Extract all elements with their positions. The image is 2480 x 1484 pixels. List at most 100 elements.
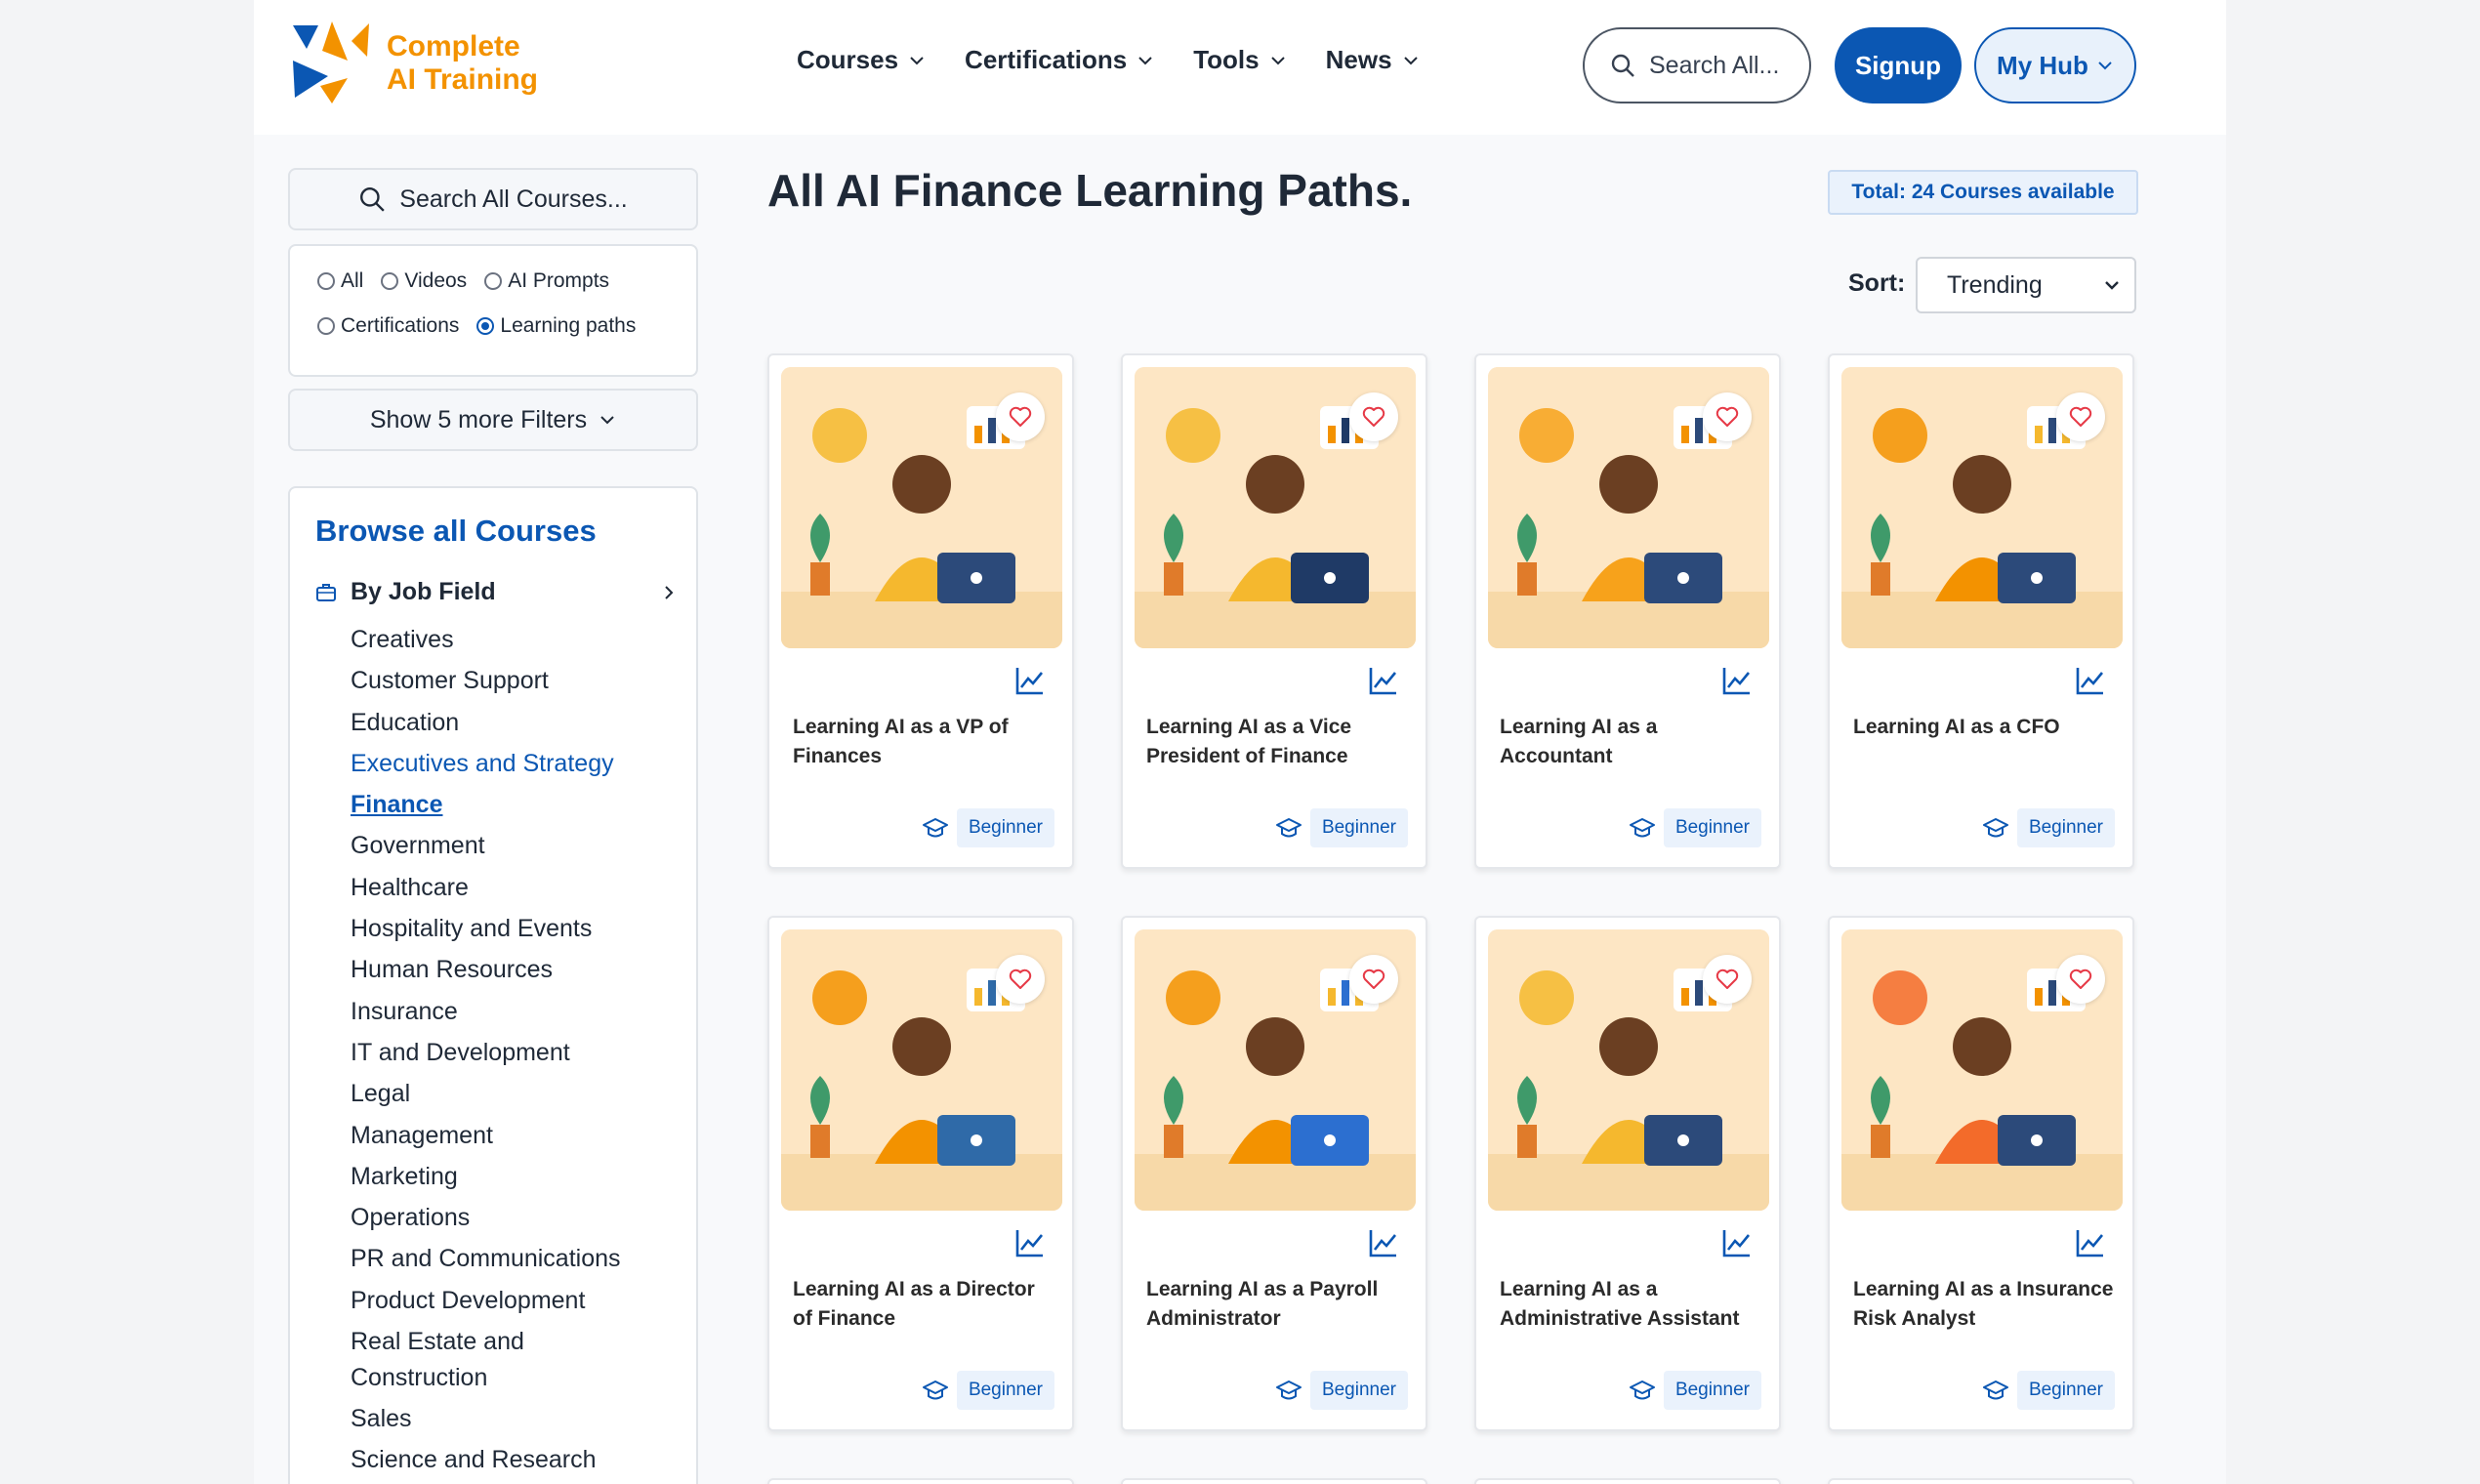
category-item[interactable]: Creatives: [351, 619, 621, 660]
category-item[interactable]: Management: [351, 1115, 621, 1156]
favorite-button[interactable]: [1349, 955, 1398, 1004]
level-badge: Beginner: [1663, 808, 1761, 847]
category-item[interactable]: Executives and Strategy: [351, 743, 621, 784]
chevron-down-icon: [1403, 56, 1418, 64]
by-job-field-toggle[interactable]: By Job Field: [315, 578, 677, 606]
favorite-button[interactable]: [1703, 392, 1752, 441]
filter-learning-paths[interactable]: Learning paths: [476, 314, 636, 338]
category-item[interactable]: Human Resources: [351, 949, 621, 990]
category-item[interactable]: Healthcare: [351, 867, 621, 908]
course-title[interactable]: Learning AI as a VP of Finances: [793, 713, 1058, 771]
favorite-button[interactable]: [2056, 392, 2105, 441]
filter-row: Certifications Learning paths: [317, 314, 669, 338]
favorite-button[interactable]: [1703, 955, 1752, 1004]
category-item[interactable]: Sales: [351, 1398, 621, 1439]
nav-certifications[interactable]: Certifications: [965, 45, 1154, 75]
chevron-down-icon: [1270, 56, 1285, 64]
category-item[interactable]: IT and Development: [351, 1032, 621, 1073]
course-card[interactable]: Learning AI as a Insurance Risk Analyst …: [1828, 916, 2134, 1431]
course-card[interactable]: Learning AI as a CFO Beginner: [1828, 353, 2134, 869]
logo[interactable]: Complete AI Training: [289, 21, 538, 105]
heart-icon: [2069, 969, 2092, 989]
nav-tools[interactable]: Tools: [1193, 45, 1286, 75]
chevron-down-icon: [2105, 281, 2119, 290]
course-title[interactable]: Learning AI as a Insurance Risk Analyst: [1853, 1275, 2119, 1334]
nav-label: Certifications: [965, 45, 1128, 74]
course-thumbnail[interactable]: [1841, 367, 2123, 648]
category-item[interactable]: Education: [351, 702, 621, 743]
course-thumbnail[interactable]: [781, 367, 1062, 648]
course-thumbnail[interactable]: [1841, 929, 2123, 1211]
course-thumbnail[interactable]: [781, 929, 1062, 1211]
course-card-partial[interactable]: [1828, 1478, 2134, 1484]
category-item[interactable]: Insurance: [351, 991, 621, 1032]
course-card-partial[interactable]: [767, 1478, 1074, 1484]
course-card[interactable]: Learning AI as a Administrative Assistan…: [1474, 916, 1781, 1431]
sort-select[interactable]: Trending: [1916, 257, 2136, 313]
course-thumbnail[interactable]: [1488, 367, 1769, 648]
category-item[interactable]: Finance: [351, 784, 621, 825]
header-search-button[interactable]: Search All...: [1583, 27, 1811, 103]
radio-videos[interactable]: [381, 272, 399, 290]
level-badge: Beginner: [1663, 1371, 1761, 1410]
category-item[interactable]: Government: [351, 825, 621, 866]
category-item[interactable]: Hospitality and Events: [351, 908, 621, 949]
filter-all[interactable]: All: [317, 269, 363, 293]
nav-news[interactable]: News: [1326, 45, 1420, 75]
category-item[interactable]: Legal: [351, 1073, 621, 1114]
category-item[interactable]: PR and Communications: [351, 1238, 621, 1279]
course-title[interactable]: Learning AI as a Director of Finance: [793, 1275, 1058, 1334]
course-thumbnail[interactable]: [1135, 929, 1416, 1211]
category-item[interactable]: Customer Support: [351, 660, 621, 701]
trend-chart-icon: [2076, 668, 2104, 695]
course-search-button[interactable]: Search All Courses...: [288, 168, 698, 230]
course-card[interactable]: Learning AI as a Vice President of Finan…: [1121, 353, 1427, 869]
signup-button[interactable]: Signup: [1835, 27, 1962, 103]
main-nav: Courses Certifications Tools News: [797, 45, 1420, 75]
course-card[interactable]: Learning AI as a Director of Finance Beg…: [767, 916, 1074, 1431]
course-title[interactable]: Learning AI as a Vice President of Finan…: [1146, 713, 1412, 771]
course-card[interactable]: Learning AI as a VP of Finances Beginner: [767, 353, 1074, 869]
filter-videos[interactable]: Videos: [381, 269, 467, 293]
my-hub-button[interactable]: My Hub: [1974, 27, 2136, 103]
my-hub-label: My Hub: [1997, 50, 2088, 80]
browse-courses-panel: Browse all Courses By Job Field Creative…: [288, 486, 698, 1484]
course-level: Beginner: [1982, 1371, 2115, 1410]
heart-icon: [1362, 406, 1385, 427]
course-title[interactable]: Learning AI as a Payroll Administrator: [1146, 1275, 1412, 1334]
top-header: Complete AI Training Courses Certificati…: [254, 0, 2226, 135]
category-item[interactable]: Operations: [351, 1197, 621, 1238]
category-item[interactable]: Product Development: [351, 1280, 621, 1321]
category-item[interactable]: Science and Research: [351, 1439, 621, 1480]
course-card-partial[interactable]: [1474, 1478, 1781, 1484]
course-title[interactable]: Learning AI as a CFO: [1853, 713, 2119, 742]
course-card[interactable]: Learning AI as a Payroll Administrator B…: [1121, 916, 1427, 1431]
radio-certifications[interactable]: [317, 317, 335, 335]
course-title[interactable]: Learning AI as a Accountant: [1500, 713, 1765, 771]
filter-ai-prompts[interactable]: AI Prompts: [484, 269, 609, 293]
favorite-button[interactable]: [2056, 955, 2105, 1004]
category-item[interactable]: Real Estate and Construction: [351, 1321, 565, 1398]
course-card-partial[interactable]: [1121, 1478, 1427, 1484]
course-card[interactable]: Learning AI as a Accountant Beginner: [1474, 353, 1781, 869]
radio-learning-paths[interactable]: [476, 317, 495, 335]
radio-all[interactable]: [317, 272, 335, 290]
radio-ai-prompts[interactable]: [484, 272, 503, 290]
nav-courses[interactable]: Courses: [797, 45, 926, 75]
course-title[interactable]: Learning AI as a Administrative Assistan…: [1500, 1275, 1765, 1334]
favorite-button[interactable]: [1349, 392, 1398, 441]
graduation-cap-icon: [922, 1381, 948, 1400]
favorite-button[interactable]: [996, 955, 1045, 1004]
level-badge: Beginner: [956, 1371, 1054, 1410]
browse-title: Browse all Courses: [315, 514, 597, 548]
category-item[interactable]: Marketing: [351, 1156, 621, 1197]
filter-certifications[interactable]: Certifications: [317, 314, 459, 338]
course-thumbnail[interactable]: [1135, 367, 1416, 648]
course-level: Beginner: [1275, 808, 1408, 847]
course-thumbnail[interactable]: [1488, 929, 1769, 1211]
favorite-button[interactable]: [996, 392, 1045, 441]
heart-icon: [2069, 406, 2092, 427]
heart-icon: [1715, 406, 1739, 427]
show-more-filters-button[interactable]: Show 5 more Filters: [288, 389, 698, 451]
nav-label: Tools: [1193, 45, 1260, 74]
